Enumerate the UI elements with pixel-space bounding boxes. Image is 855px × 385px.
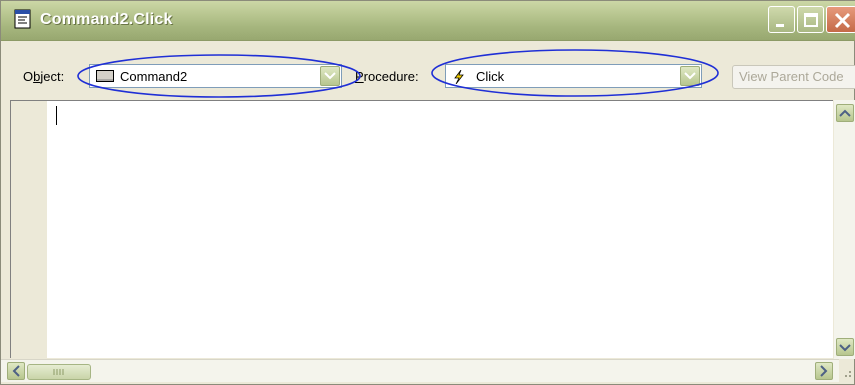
maximize-button[interactable] [797, 6, 824, 33]
text-caret [56, 106, 57, 125]
code-window-icon [14, 9, 31, 29]
code-window: Command2.Click Object: Command2 Procedur… [0, 0, 855, 385]
close-icon [834, 12, 851, 29]
chevron-right-icon [820, 365, 828, 377]
horizontal-scrollbar[interactable] [1, 359, 839, 382]
horizontal-scroll-thumb[interactable] [27, 364, 91, 380]
margin-indicator-bar [11, 101, 47, 358]
chevron-down-icon [684, 72, 696, 80]
chevron-up-icon [839, 109, 851, 117]
minimize-icon [776, 24, 784, 27]
title-bar[interactable]: Command2.Click [1, 1, 855, 41]
object-combo[interactable]: Command2 [89, 64, 342, 88]
object-label: Object: [23, 69, 65, 84]
procedure-dropdown-button[interactable] [680, 66, 700, 86]
grip-lines-icon [53, 369, 64, 375]
object-value: Command2 [120, 69, 188, 84]
lightning-event-icon [454, 70, 464, 84]
view-parent-code-button[interactable]: View Parent Code [732, 65, 855, 89]
vertical-scrollbar[interactable] [834, 100, 855, 359]
scroll-left-button[interactable] [7, 362, 25, 380]
procedure-value: Click [476, 69, 505, 84]
scroll-up-button[interactable] [836, 104, 854, 122]
command-button-icon [96, 70, 114, 82]
resize-grip-icon[interactable] [841, 367, 853, 379]
close-button[interactable] [826, 6, 855, 33]
chevron-left-icon [12, 365, 20, 377]
chevron-down-icon [324, 72, 336, 80]
maximize-icon [804, 13, 818, 27]
minimize-button[interactable] [768, 6, 795, 33]
scroll-down-button[interactable] [836, 338, 854, 356]
object-dropdown-button[interactable] [320, 66, 340, 86]
window-title: Command2.Click [40, 11, 173, 28]
code-editor[interactable] [10, 100, 833, 358]
procedure-combo[interactable]: Click [445, 64, 702, 88]
chevron-down-icon [839, 344, 851, 352]
code-toolbar: Object: Command2 Procedure: Click View P… [1, 41, 855, 101]
procedure-label: Procedure: [355, 69, 419, 84]
scroll-right-button[interactable] [815, 362, 833, 380]
